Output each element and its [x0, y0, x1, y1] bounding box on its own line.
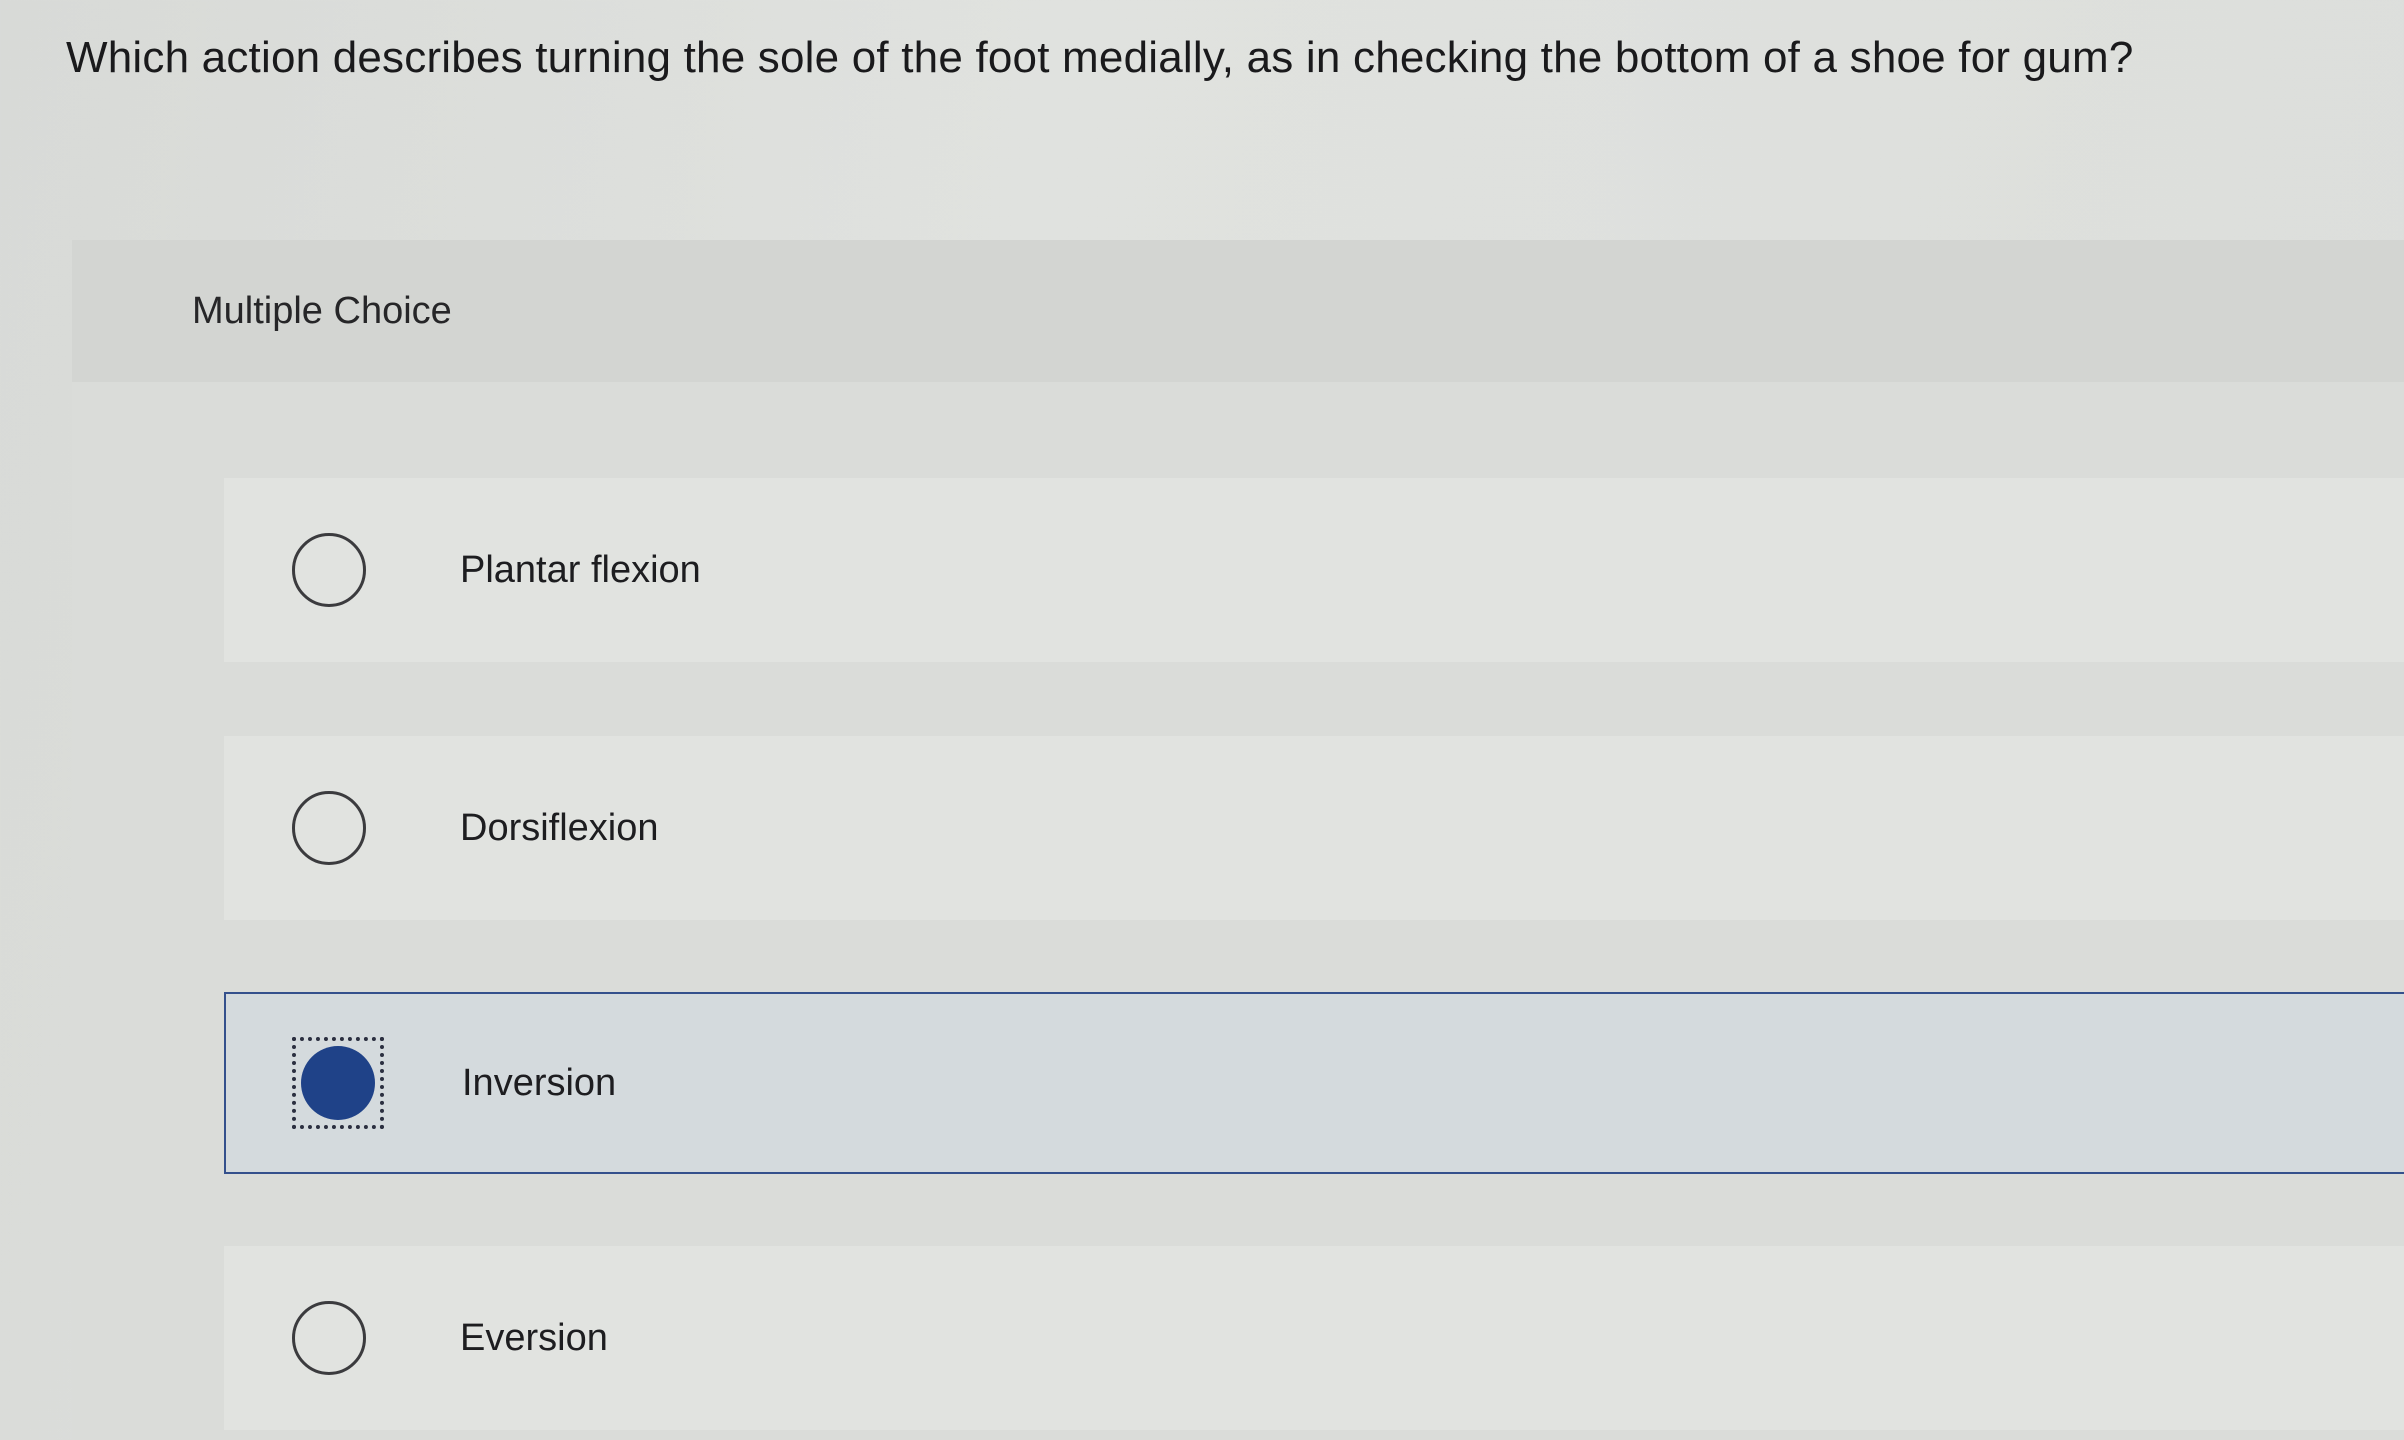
- radio-button-icon[interactable]: [292, 791, 366, 865]
- question-type-label: Multiple Choice: [192, 290, 452, 332]
- radio-button-selected-icon[interactable]: [301, 1046, 375, 1120]
- choice-option-plantar-flexion[interactable]: Plantar flexion: [224, 478, 2404, 662]
- focus-ring: [292, 1037, 384, 1129]
- choice-label: Plantar flexion: [460, 549, 701, 591]
- question-text: Which action describes turning the sole …: [66, 33, 2134, 82]
- choice-label: Eversion: [460, 1317, 608, 1359]
- choice-option-inversion[interactable]: Inversion: [224, 992, 2404, 1174]
- multiple-choice-panel: Multiple Choice Plantar flexion Dorsifle…: [72, 240, 2404, 1440]
- choice-option-eversion[interactable]: Eversion: [224, 1246, 2404, 1430]
- radio-button-icon[interactable]: [292, 533, 366, 607]
- radio-button-icon[interactable]: [292, 1301, 366, 1375]
- choice-label: Inversion: [462, 1062, 617, 1104]
- panel-header: Multiple Choice: [72, 240, 2404, 382]
- choice-label: Dorsiflexion: [460, 807, 659, 849]
- choice-option-dorsiflexion[interactable]: Dorsiflexion: [224, 736, 2404, 920]
